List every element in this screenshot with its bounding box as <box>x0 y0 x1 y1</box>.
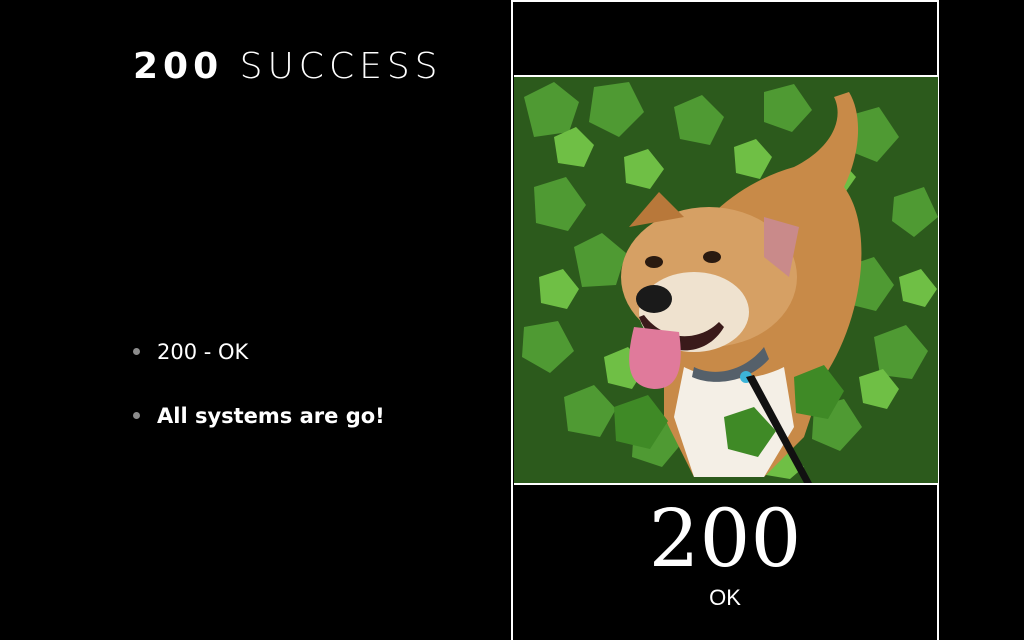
bullet-list: 200 - OK All systems are go! <box>133 336 385 464</box>
poster-status-code: 200 <box>648 492 802 585</box>
bullet-item: 200 - OK <box>133 336 385 368</box>
bullet-dot-icon <box>133 348 140 355</box>
bullet-item: All systems are go! <box>133 400 385 432</box>
status-poster: 200 OK <box>511 0 939 640</box>
bullet-text: 200 - OK <box>157 340 249 364</box>
dog-photo <box>514 75 938 485</box>
bullet-text: All systems are go! <box>157 404 385 428</box>
poster-status-text: OK <box>709 585 741 610</box>
slide: 200 SUCCESS 200 - OK All systems are go! <box>0 0 1024 640</box>
title-code: 200 <box>133 46 224 87</box>
slide-title: 200 SUCCESS <box>133 47 443 87</box>
bullet-dot-icon <box>133 412 140 419</box>
dog-in-ivy-image <box>514 77 938 483</box>
title-word: SUCCESS <box>239 46 443 87</box>
poster-top-band <box>513 2 937 73</box>
